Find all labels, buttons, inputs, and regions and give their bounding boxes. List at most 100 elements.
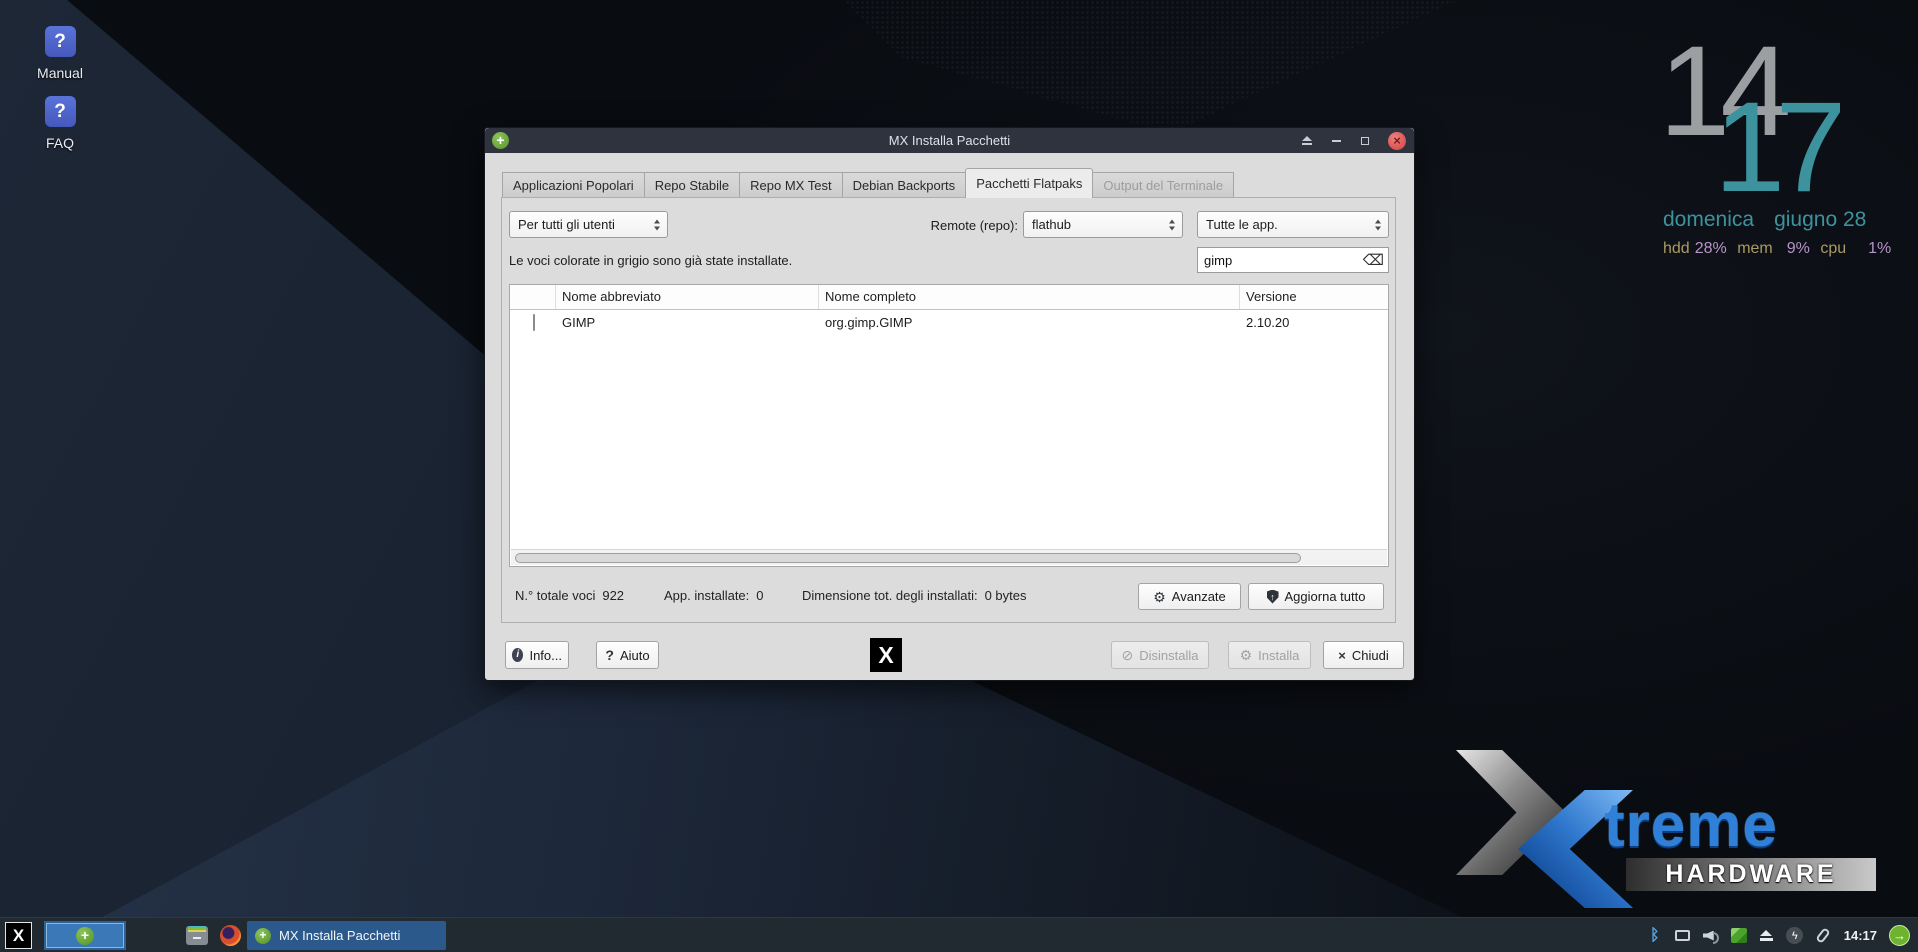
display-icon[interactable] <box>1674 926 1692 946</box>
horizontal-scrollbar[interactable] <box>511 549 1387 565</box>
taskbar-clock[interactable]: 14:17 <box>1844 928 1877 943</box>
tab-repo-mx-test[interactable]: Repo MX Test <box>739 172 842 198</box>
help-icon: ? <box>45 26 76 57</box>
hdd-value: 28% <box>1695 240 1727 257</box>
table-row[interactable]: GIMP org.gimp.GIMP 2.10.20 <box>510 310 1388 335</box>
desktop-icon-manual[interactable]: ? Manual <box>18 26 102 81</box>
row-checkbox[interactable] <box>533 314 535 331</box>
mx-package-installer-window: + MX Installa Pacchetti × Applicazioni P… <box>484 127 1415 681</box>
hdd-label: hdd <box>1663 240 1690 257</box>
scope-value: Per tutti gli utenti <box>518 217 615 232</box>
gear-icon: ⚙ <box>1153 590 1166 604</box>
tab-applicazioni-popolari[interactable]: Applicazioni Popolari <box>502 172 645 198</box>
minimize-button[interactable] <box>1330 134 1342 148</box>
update-all-button[interactable]: ↑ Aggiorna tutto <box>1248 583 1384 610</box>
apps-filter-value: Tutte le app. <box>1206 217 1278 232</box>
clear-search-icon[interactable]: ⌫ <box>1363 251 1384 269</box>
search-field-wrap: ⌫ <box>1197 247 1389 273</box>
xtreme-hardware-logo: treme HARDWARE <box>1456 742 1896 912</box>
help-button[interactable]: ? Aiuto <box>596 641 659 669</box>
plus-icon: + <box>76 927 94 945</box>
total-count: N.° totale voci922 <box>515 588 624 603</box>
spinner-icon <box>1169 219 1175 230</box>
installed-count: App. installate:0 <box>664 588 764 603</box>
scrollbar-thumb[interactable] <box>515 553 1301 563</box>
file-manager-icon[interactable] <box>186 926 208 945</box>
advanced-button[interactable]: ⚙ Avanzate <box>1138 583 1241 610</box>
conky-stats: hdd28% mem9% cpu1% <box>1663 240 1903 258</box>
firefox-icon[interactable] <box>220 925 241 946</box>
spinner-icon <box>1375 219 1381 230</box>
desktop-icon-label: Manual <box>18 65 102 81</box>
col-version[interactable]: Versione <box>1240 285 1388 309</box>
maximize-icon <box>1361 136 1369 144</box>
col-checkbox[interactable] <box>510 285 556 309</box>
taskbar: X + + MX Installa Pacchetti ᛒ ϟ 14:17 → <box>0 917 1918 952</box>
maximize-button[interactable] <box>1359 134 1371 148</box>
installed-size: Dimensione tot. degli installati:0 bytes <box>802 588 1027 603</box>
conky-weekday: domenica <box>1663 208 1754 231</box>
window-title: MX Installa Pacchetti <box>485 133 1414 148</box>
desktop-icon-faq[interactable]: ? FAQ <box>18 96 102 151</box>
package-installer-launcher[interactable]: + <box>44 921 126 950</box>
cpu-label: cpu <box>1820 240 1846 257</box>
package-table: Nome abbreviato Nome completo Versione G… <box>509 284 1389 567</box>
shade-icon <box>1302 136 1312 145</box>
minimize-icon <box>1332 140 1341 142</box>
plus-icon: + <box>255 928 271 944</box>
bluetooth-icon[interactable]: ᛒ <box>1646 926 1664 946</box>
help-icon: ? <box>45 96 76 127</box>
scope-select[interactable]: Per tutti gli utenti <box>509 211 668 238</box>
cell-short-name: GIMP <box>556 315 819 330</box>
eject-icon[interactable] <box>1758 926 1776 946</box>
cell-full-name: org.gimp.GIMP <box>819 315 1240 330</box>
taskbar-window-button[interactable]: + MX Installa Pacchetti <box>247 921 446 950</box>
remote-value: flathub <box>1032 217 1071 232</box>
window-titlebar[interactable]: + MX Installa Pacchetti × <box>485 128 1414 153</box>
conky-widget: 14 17 domenicagiugno 28 hdd28% mem9% cpu… <box>1630 10 1910 260</box>
remote-label: Remote (repo): <box>930 218 1018 233</box>
close-x-icon: × <box>1338 648 1346 663</box>
clipboard-icon[interactable] <box>1814 926 1832 946</box>
mx-menu-button[interactable]: X <box>5 922 32 949</box>
mx-logo: X <box>870 638 902 672</box>
col-short-name[interactable]: Nome abbreviato <box>556 285 819 309</box>
mem-label: mem <box>1737 240 1773 257</box>
tab-repo-stabile[interactable]: Repo Stabile <box>644 172 740 198</box>
close-button[interactable]: × <box>1388 132 1406 150</box>
cell-version: 2.10.20 <box>1240 315 1388 330</box>
question-icon: ? <box>605 647 614 663</box>
tab-output-terminale: Output del Terminale <box>1092 172 1234 198</box>
info-icon: i <box>512 648 523 662</box>
close-dialog-button[interactable]: × Chiudi <box>1323 641 1404 669</box>
shield-update-icon: ↑ <box>1267 590 1279 604</box>
gear-icon: ⚙ <box>1240 648 1253 662</box>
tab-pacchetti-flatpaks[interactable]: Pacchetti Flatpaks <box>965 168 1093 198</box>
logo-hardware-text: HARDWARE <box>1626 858 1876 891</box>
tab-debian-backports[interactable]: Debian Backports <box>842 172 967 198</box>
system-tray: ᛒ ϟ 14:17 → <box>1646 918 1910 952</box>
uninstall-button: ⊘ Disinstalla <box>1111 641 1209 669</box>
conky-date: domenica giugno 28 <box>1663 208 1893 232</box>
mem-value: 9% <box>1787 240 1810 257</box>
app-icon: + <box>492 132 509 149</box>
col-full-name[interactable]: Nome completo <box>819 285 1240 309</box>
table-header: Nome abbreviato Nome completo Versione <box>510 285 1388 310</box>
package-update-icon[interactable] <box>1730 926 1748 946</box>
desktop-icon-label: FAQ <box>18 135 102 151</box>
updater-status-icon[interactable]: → <box>1889 925 1910 946</box>
power-manager-icon[interactable]: ϟ <box>1786 926 1804 946</box>
install-button: ⚙ Installa <box>1228 641 1311 669</box>
installed-hint-text: Le voci colorate in grigio sono già stat… <box>509 253 792 268</box>
prohibit-icon: ⊘ <box>1122 648 1134 662</box>
shade-button[interactable] <box>1301 134 1313 148</box>
taskbar-window-label: MX Installa Pacchetti <box>279 928 400 943</box>
conky-minutes: 17 <box>1714 84 1836 212</box>
info-button[interactable]: i Info... <box>505 641 569 669</box>
remote-select[interactable]: flathub <box>1023 211 1183 238</box>
volume-icon[interactable] <box>1702 926 1720 946</box>
conky-day: giugno 28 <box>1774 208 1866 231</box>
tab-bar: Applicazioni Popolari Repo Stabile Repo … <box>502 171 1233 198</box>
search-input[interactable] <box>1197 247 1389 273</box>
apps-filter-select[interactable]: Tutte le app. <box>1197 211 1389 238</box>
